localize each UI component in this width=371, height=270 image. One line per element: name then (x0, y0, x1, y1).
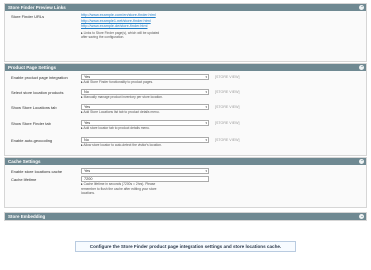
field-note: ▸ Add Store Locations list tab to produc… (81, 110, 160, 114)
collapse-icon[interactable] (359, 65, 364, 70)
collapse-icon[interactable] (359, 159, 364, 164)
section-header-product-page[interactable]: Product Page Settings (5, 64, 366, 71)
field-label: Select store location products (11, 90, 64, 95)
store-finder-urls-label: Store Finder URLs (11, 14, 45, 19)
caption-box: Configure the Store Finder product page … (75, 241, 296, 252)
scope-label: [STORE VIEW] (215, 75, 240, 79)
field-label: Enable auto-geocoding (11, 138, 53, 143)
store-location-products-select[interactable]: No ▾ (81, 89, 209, 95)
store-finder-tab-select[interactable]: Yes ▾ (81, 120, 209, 126)
store-locations-tab-select[interactable]: Yes ▾ (81, 104, 209, 110)
expand-icon[interactable] (359, 214, 364, 219)
field-note: ▸ Links to Store Finder page(s), which w… (81, 30, 160, 40)
scope-label: [STORE VIEW] (215, 90, 240, 94)
enable-product-page-select[interactable]: Yes ▾ (81, 74, 209, 80)
section-product-page-settings: Product Page Settings Enable product pag… (4, 63, 367, 156)
section-store-embedding: Store Embedding (4, 212, 367, 221)
chevron-down-icon: ▾ (205, 120, 207, 125)
section-header-store-embedding[interactable]: Store Embedding (5, 213, 366, 220)
section-title: Cache Settings (8, 159, 41, 164)
section-header-preview-links[interactable]: Store Finder Preview Links (5, 4, 366, 11)
field-label: Enable product page integration (11, 75, 68, 80)
enable-cache-select[interactable]: Yes ▾ (81, 168, 209, 174)
section-preview-links: Store Finder Preview Links Store Finder … (4, 3, 367, 62)
section-cache-settings: Cache Settings Enable store locations ca… (4, 157, 367, 208)
section-header-cache[interactable]: Cache Settings (5, 158, 366, 165)
field-note: ▸ Allow store locator to auto-detect the… (81, 143, 162, 147)
scope-label: [STORE VIEW] (215, 121, 240, 125)
chevron-down-icon: ▾ (205, 168, 207, 173)
store-finder-url-link[interactable]: http://www.example.de/store-finder.html (81, 24, 203, 30)
field-note: ▸ Add store locator tab to product detai… (81, 126, 150, 130)
chevron-down-icon: ▾ (205, 89, 207, 94)
section-title: Store Finder Preview Links (8, 5, 66, 10)
caption-text: Configure the Store Finder product page … (89, 244, 282, 249)
section-title: Store Embedding (8, 214, 46, 219)
section-title: Product Page Settings (8, 65, 57, 70)
field-label: Cache lifetime (11, 177, 37, 182)
field-label: Show Store Locations tab (11, 105, 57, 110)
auto-geocoding-select[interactable]: No ▾ (81, 137, 209, 143)
chevron-down-icon: ▾ (205, 137, 207, 142)
field-note: ▸ Manually manage product inventory per … (81, 95, 163, 99)
field-label: Show Store Finder tab (11, 121, 51, 126)
scope-label: [STORE VIEW] (215, 105, 240, 109)
field-label: Enable store locations cache (11, 169, 63, 174)
scope-label: [STORE VIEW] (215, 138, 240, 142)
chevron-down-icon: ▾ (205, 104, 207, 109)
field-note: ▸ Cache lifetime in seconds (7200s = 2hr… (81, 182, 157, 196)
field-note: ▸ Add Store Finder functionality to prod… (81, 80, 154, 84)
collapse-icon[interactable] (359, 5, 364, 10)
chevron-down-icon: ▾ (205, 74, 207, 79)
